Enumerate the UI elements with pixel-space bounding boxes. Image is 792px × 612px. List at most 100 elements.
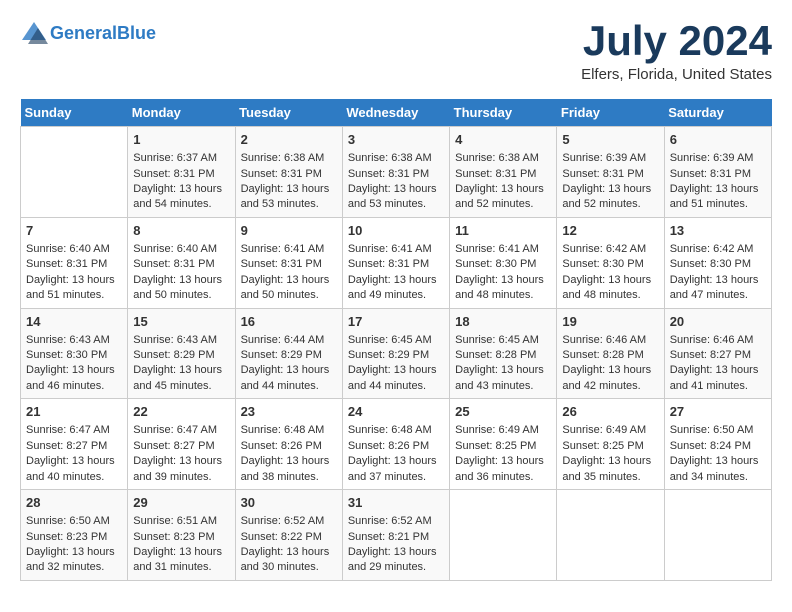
header-row: SundayMondayTuesdayWednesdayThursdayFrid… [21,99,772,127]
sunset-text: Sunset: 8:31 PM [562,167,658,182]
day-number: 12 [562,222,658,240]
daylight-text: Daylight: 13 hours and 48 minutes. [562,273,658,304]
sunrise-text: Sunrise: 6:49 AM [455,423,551,438]
sunrise-text: Sunrise: 6:37 AM [133,151,229,166]
sunset-text: Sunset: 8:21 PM [348,530,444,545]
sunrise-text: Sunrise: 6:48 AM [348,423,444,438]
daylight-text: Daylight: 13 hours and 37 minutes. [348,454,444,485]
calendar-cell: 26Sunrise: 6:49 AMSunset: 8:25 PMDayligh… [557,399,664,490]
daylight-text: Daylight: 13 hours and 41 minutes. [670,363,766,394]
daylight-text: Daylight: 13 hours and 53 minutes. [348,182,444,213]
day-header-saturday: Saturday [664,99,771,127]
week-row-2: 7Sunrise: 6:40 AMSunset: 8:31 PMDaylight… [21,217,772,308]
week-row-5: 28Sunrise: 6:50 AMSunset: 8:23 PMDayligh… [21,490,772,581]
sunrise-text: Sunrise: 6:46 AM [562,333,658,348]
sunset-text: Sunset: 8:28 PM [562,348,658,363]
daylight-text: Daylight: 13 hours and 30 minutes. [241,545,337,576]
daylight-text: Daylight: 13 hours and 29 minutes. [348,545,444,576]
sunrise-text: Sunrise: 6:41 AM [241,242,337,257]
calendar-cell: 7Sunrise: 6:40 AMSunset: 8:31 PMDaylight… [21,217,128,308]
day-number: 22 [133,403,229,421]
sunset-text: Sunset: 8:31 PM [455,167,551,182]
sunrise-text: Sunrise: 6:45 AM [455,333,551,348]
daylight-text: Daylight: 13 hours and 42 minutes. [562,363,658,394]
day-number: 27 [670,403,766,421]
calendar-cell: 11Sunrise: 6:41 AMSunset: 8:30 PMDayligh… [450,217,557,308]
daylight-text: Daylight: 13 hours and 51 minutes. [670,182,766,213]
logo-line1: General [50,23,117,43]
sunset-text: Sunset: 8:30 PM [670,257,766,272]
sunrise-text: Sunrise: 6:50 AM [26,514,122,529]
sunset-text: Sunset: 8:25 PM [455,439,551,454]
sunset-text: Sunset: 8:31 PM [133,257,229,272]
sunrise-text: Sunrise: 6:43 AM [26,333,122,348]
sunrise-text: Sunrise: 6:41 AM [455,242,551,257]
page-header: GeneralBlue July 2024 Elfers, Florida, U… [20,20,772,83]
calendar-cell: 25Sunrise: 6:49 AMSunset: 8:25 PMDayligh… [450,399,557,490]
calendar-cell: 22Sunrise: 6:47 AMSunset: 8:27 PMDayligh… [128,399,235,490]
calendar-cell: 28Sunrise: 6:50 AMSunset: 8:23 PMDayligh… [21,490,128,581]
sunset-text: Sunset: 8:31 PM [241,167,337,182]
sunset-text: Sunset: 8:29 PM [348,348,444,363]
sunset-text: Sunset: 8:31 PM [348,167,444,182]
calendar-cell: 20Sunrise: 6:46 AMSunset: 8:27 PMDayligh… [664,308,771,399]
month-title: July 2024 [581,20,772,62]
day-number: 6 [670,131,766,149]
logo-icon [20,20,48,48]
calendar-cell: 3Sunrise: 6:38 AMSunset: 8:31 PMDaylight… [342,127,449,218]
week-row-1: 1Sunrise: 6:37 AMSunset: 8:31 PMDaylight… [21,127,772,218]
sunrise-text: Sunrise: 6:42 AM [670,242,766,257]
sunrise-text: Sunrise: 6:52 AM [348,514,444,529]
sunrise-text: Sunrise: 6:47 AM [133,423,229,438]
calendar-cell [450,490,557,581]
calendar-cell [21,127,128,218]
day-header-thursday: Thursday [450,99,557,127]
day-number: 18 [455,313,551,331]
day-number: 19 [562,313,658,331]
day-number: 5 [562,131,658,149]
sunset-text: Sunset: 8:26 PM [241,439,337,454]
calendar-cell: 6Sunrise: 6:39 AMSunset: 8:31 PMDaylight… [664,127,771,218]
sunrise-text: Sunrise: 6:43 AM [133,333,229,348]
sunset-text: Sunset: 8:27 PM [133,439,229,454]
calendar-cell: 13Sunrise: 6:42 AMSunset: 8:30 PMDayligh… [664,217,771,308]
daylight-text: Daylight: 13 hours and 48 minutes. [455,273,551,304]
sunrise-text: Sunrise: 6:50 AM [670,423,766,438]
logo-text: GeneralBlue [50,23,156,45]
sunset-text: Sunset: 8:27 PM [670,348,766,363]
sunrise-text: Sunrise: 6:45 AM [348,333,444,348]
sunset-text: Sunset: 8:31 PM [348,257,444,272]
week-row-3: 14Sunrise: 6:43 AMSunset: 8:30 PMDayligh… [21,308,772,399]
day-number: 10 [348,222,444,240]
sunset-text: Sunset: 8:30 PM [455,257,551,272]
logo-line2: Blue [117,23,156,43]
location: Elfers, Florida, United States [581,66,772,83]
sunrise-text: Sunrise: 6:49 AM [562,423,658,438]
sunrise-text: Sunrise: 6:46 AM [670,333,766,348]
calendar-cell: 18Sunrise: 6:45 AMSunset: 8:28 PMDayligh… [450,308,557,399]
day-number: 9 [241,222,337,240]
daylight-text: Daylight: 13 hours and 53 minutes. [241,182,337,213]
daylight-text: Daylight: 13 hours and 46 minutes. [26,363,122,394]
sunset-text: Sunset: 8:25 PM [562,439,658,454]
daylight-text: Daylight: 13 hours and 31 minutes. [133,545,229,576]
sunrise-text: Sunrise: 6:51 AM [133,514,229,529]
calendar-cell: 1Sunrise: 6:37 AMSunset: 8:31 PMDaylight… [128,127,235,218]
daylight-text: Daylight: 13 hours and 45 minutes. [133,363,229,394]
sunset-text: Sunset: 8:24 PM [670,439,766,454]
calendar-cell: 24Sunrise: 6:48 AMSunset: 8:26 PMDayligh… [342,399,449,490]
day-number: 4 [455,131,551,149]
day-number: 31 [348,494,444,512]
daylight-text: Daylight: 13 hours and 54 minutes. [133,182,229,213]
sunrise-text: Sunrise: 6:38 AM [241,151,337,166]
sunrise-text: Sunrise: 6:40 AM [26,242,122,257]
day-number: 8 [133,222,229,240]
week-row-4: 21Sunrise: 6:47 AMSunset: 8:27 PMDayligh… [21,399,772,490]
day-number: 3 [348,131,444,149]
calendar-cell: 5Sunrise: 6:39 AMSunset: 8:31 PMDaylight… [557,127,664,218]
sunset-text: Sunset: 8:23 PM [133,530,229,545]
sunset-text: Sunset: 8:23 PM [26,530,122,545]
day-number: 28 [26,494,122,512]
calendar-cell: 4Sunrise: 6:38 AMSunset: 8:31 PMDaylight… [450,127,557,218]
daylight-text: Daylight: 13 hours and 52 minutes. [455,182,551,213]
